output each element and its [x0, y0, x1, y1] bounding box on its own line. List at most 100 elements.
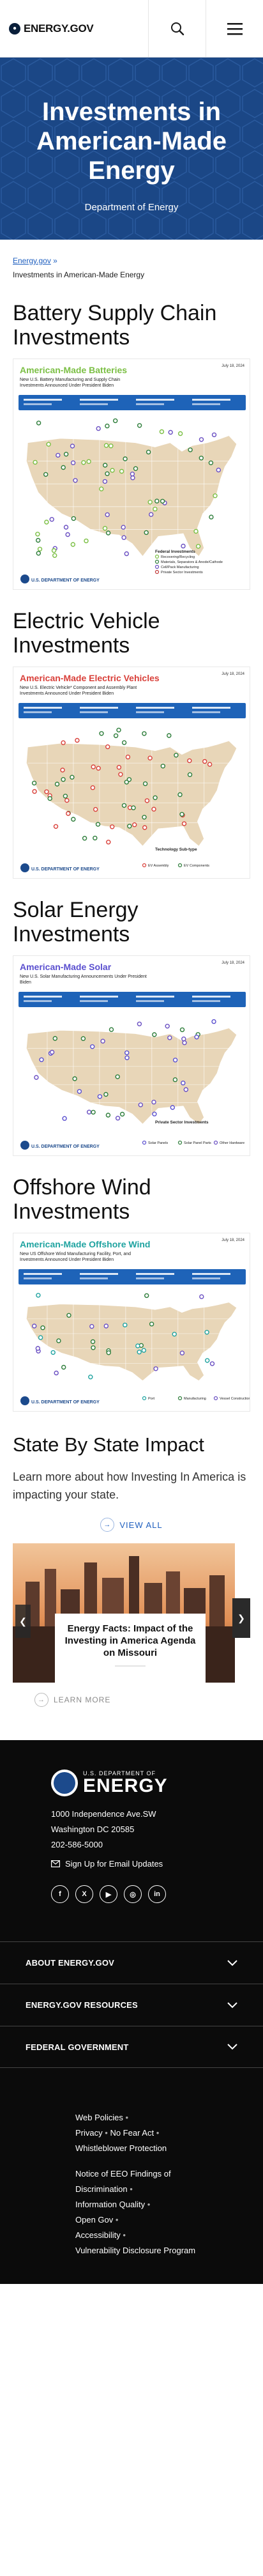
view-all-link[interactable]: → VIEW ALL	[0, 1518, 263, 1532]
learn-more-link[interactable]: → LEARN MORE	[0, 1683, 263, 1707]
investment-marker	[181, 1036, 186, 1042]
search-button[interactable]	[148, 0, 206, 58]
instagram-icon[interactable]: ◎	[124, 1885, 142, 1903]
facebook-icon[interactable]: f	[51, 1885, 69, 1903]
investment-marker	[44, 520, 49, 525]
investment-marker	[81, 460, 86, 465]
legend-item: Manufacturing	[184, 1397, 206, 1401]
investment-marker	[63, 794, 68, 799]
investment-marker	[70, 460, 76, 465]
linkedin-icon[interactable]: in	[148, 1885, 166, 1903]
investment-marker	[34, 1075, 39, 1080]
investment-marker	[116, 727, 121, 733]
infographic-subheading: Investments Announced Under President Bi…	[20, 691, 114, 696]
carousel-next-button[interactable]: ❯	[232, 1598, 250, 1638]
investment-marker	[32, 1323, 37, 1329]
investment-marker	[126, 777, 132, 782]
investment-marker	[102, 479, 108, 484]
investment-marker	[62, 1116, 67, 1121]
investment-section: Electric Vehicle Investments American-Mad…	[0, 609, 263, 879]
privacy-link[interactable]: Privacy	[75, 2128, 103, 2138]
link-separator: •	[115, 2215, 119, 2225]
email-signup-link[interactable]: Sign Up for Email Updates	[51, 1859, 263, 1869]
investment-map-infographic[interactable]: American-Made Electric Vehicles July 18, …	[13, 667, 250, 879]
open-gov-link[interactable]: Open Gov	[75, 2215, 113, 2225]
investment-marker	[179, 812, 184, 817]
accordion-about[interactable]: ABOUT ENERGY.GOV	[0, 1941, 263, 1984]
investment-marker	[211, 432, 217, 438]
investment-section: Battery Supply Chain Investments American…	[0, 301, 263, 590]
social-links: f X ▶ ◎ in	[51, 1885, 263, 1903]
infographic-heading: American-Made Offshore Wind	[20, 1239, 150, 1249]
investment-marker	[110, 468, 115, 473]
infographic-date: July 18, 2024	[222, 364, 244, 368]
investment-marker	[99, 731, 104, 736]
investment-marker	[96, 426, 101, 431]
investment-marker	[89, 1044, 95, 1049]
eeo-findings-link[interactable]: Notice of EEO Findings of Discrimination	[75, 2169, 171, 2194]
investment-map-infographic[interactable]: American-Made Offshore Wind July 18, 2024…	[13, 1233, 250, 1412]
investment-marker	[172, 1077, 178, 1083]
page-subtitle: Department of Energy	[84, 202, 179, 213]
no-fear-act-link[interactable]: No Fear Act	[110, 2128, 154, 2138]
investment-marker	[93, 806, 98, 812]
information-quality-link[interactable]: Information Quality	[75, 2200, 145, 2209]
web-policies-link[interactable]: Web Policies	[75, 2113, 123, 2122]
x-twitter-icon[interactable]: X	[75, 1885, 93, 1903]
investment-marker	[36, 1293, 41, 1298]
legend-item: EV Components	[184, 864, 209, 868]
investment-marker	[50, 1350, 56, 1355]
infographic-footer-org: U.S. DEPARTMENT OF ENERGY	[31, 578, 100, 583]
investment-marker	[66, 1313, 71, 1318]
investment-marker	[142, 815, 147, 820]
investment-marker	[91, 1345, 96, 1350]
vulnerability-disclosure-link[interactable]: Vulnerability Disclosure Program	[75, 2246, 195, 2255]
investment-marker	[71, 516, 77, 521]
investment-marker	[183, 1087, 188, 1092]
investment-marker	[32, 789, 37, 794]
slide-divider	[115, 1665, 146, 1667]
accordion-label: ABOUT ENERGY.GOV	[26, 1958, 114, 1968]
investment-marker	[54, 782, 60, 787]
accordion-federal-government[interactable]: FEDERAL GOVERNMENT	[0, 2026, 263, 2068]
investment-marker	[152, 1032, 157, 1037]
accordion-resources[interactable]: ENERGY.GOV RESOURCES	[0, 1984, 263, 2026]
site-logo[interactable]: ● ENERGY.GOV	[0, 22, 94, 35]
menu-button[interactable]	[206, 0, 263, 58]
infographic-heading: American-Made Solar	[20, 962, 112, 972]
chevron-left-icon: ❮	[19, 1616, 27, 1626]
investment-marker	[44, 789, 49, 794]
accessibility-link[interactable]: Accessibility	[75, 2230, 121, 2240]
envelope-icon	[51, 1860, 60, 1867]
infographic-svg: American-Made Batteries July 18, 2024 New …	[13, 359, 250, 589]
investment-marker	[142, 731, 147, 736]
investment-marker	[199, 456, 204, 461]
investment-marker	[89, 1323, 94, 1329]
investment-marker	[195, 544, 201, 549]
whistleblower-link[interactable]: Whistleblower Protection	[75, 2143, 167, 2153]
investment-marker	[51, 548, 57, 553]
youtube-icon[interactable]: ▶	[100, 1885, 117, 1903]
carousel-prev-button[interactable]: ❮	[15, 1605, 31, 1638]
investment-map-infographic[interactable]: American-Made Batteries July 18, 2024 New …	[13, 359, 250, 590]
investment-marker	[106, 1350, 111, 1355]
investment-marker	[170, 1105, 176, 1110]
investment-sections: Battery Supply Chain Investments American…	[0, 301, 263, 1412]
investment-marker	[105, 744, 110, 750]
investment-marker	[91, 1109, 96, 1115]
infographic-footer-org: U.S. DEPARTMENT OF ENERGY	[31, 867, 100, 872]
legend-title: Technology Sub-type	[155, 847, 197, 852]
investment-marker	[102, 463, 108, 468]
investment-marker	[54, 1370, 59, 1376]
investment-map-infographic[interactable]: American-Made Solar July 18, 2024 New U.S.…	[13, 955, 250, 1156]
investment-marker	[119, 468, 124, 474]
chevron-down-icon	[227, 2001, 237, 2008]
investment-marker	[167, 733, 172, 738]
breadcrumb-home-link[interactable]: Energy.gov	[13, 256, 51, 265]
breadcrumb-current: Investments in American-Made Energy	[13, 270, 145, 279]
carousel-slide-card[interactable]: Energy Facts: Impact of the Investing in…	[55, 1614, 206, 1683]
footer-address: 1000 Independence Ave.SW Washington DC 2…	[51, 1807, 263, 1853]
investment-marker	[75, 737, 80, 743]
legend-item: Port	[148, 1397, 155, 1401]
footer-logo[interactable]: U.S. DEPARTMENT OF ENERGY	[51, 1770, 263, 1796]
